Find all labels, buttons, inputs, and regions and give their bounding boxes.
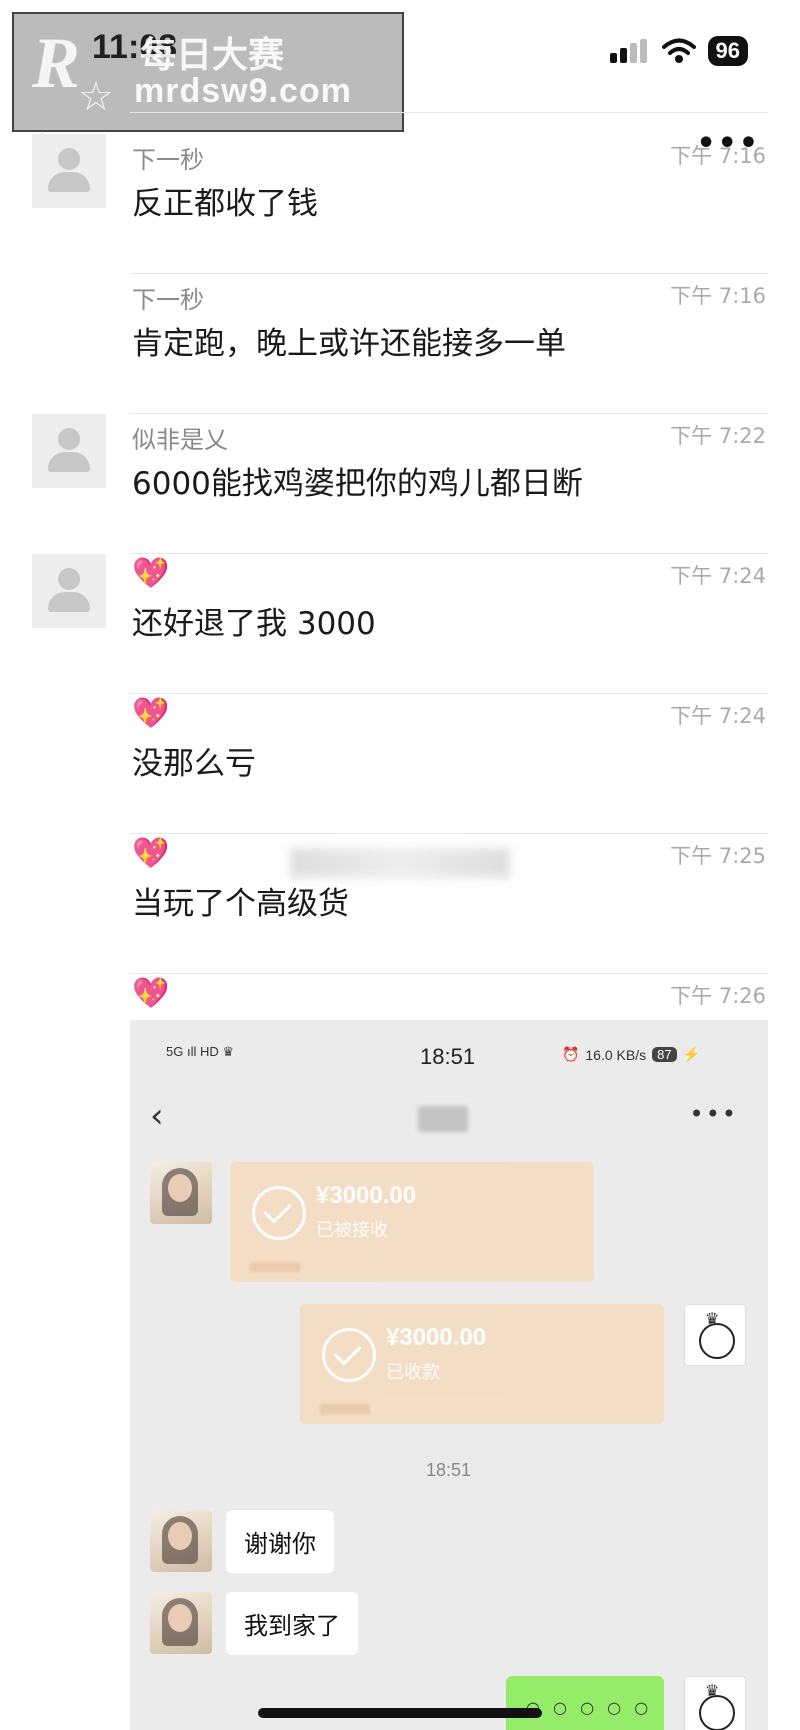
message-time: 下午 7:16	[670, 144, 766, 168]
wifi-icon	[661, 38, 696, 63]
chevron-left-icon: ‹	[150, 1096, 164, 1136]
alarm-icon: ⏰	[561, 1046, 580, 1062]
heart-icon: 💖	[132, 976, 170, 1011]
transfer-card: ¥3000.00 已收款	[300, 1304, 664, 1424]
message-time: 下午 7:24	[670, 564, 766, 588]
chat-bubble: 谢谢你	[226, 1510, 334, 1573]
list-item[interactable]: 💖 下午 7:26	[0, 974, 800, 1020]
avatar[interactable]	[32, 414, 106, 488]
embedded-timestamp: 18:51	[426, 1460, 472, 1480]
watermark-logo: R	[32, 23, 81, 103]
attached-screenshot[interactable]: 5G ıll HD ♛ 18:51 ⏰ 16.0 KB/s 87 ⚡ ‹ •••…	[130, 1020, 768, 1730]
heart-icon: 💖	[132, 836, 170, 871]
transfer-card: ¥3000.00 已被接收	[230, 1162, 594, 1282]
message-time: 下午 7:22	[670, 424, 766, 448]
transfer-status: 已收款	[386, 1362, 440, 1383]
signal-icon	[609, 39, 647, 63]
check-icon	[252, 1186, 306, 1240]
list-item[interactable]: 💖 下午 7:24 还好退了我 3000	[0, 554, 800, 694]
avatar: ♛	[684, 1304, 746, 1366]
list-item[interactable]: 下一秒 下午 7:16 反正都收了钱	[0, 134, 800, 274]
list-item[interactable]: 💖 下午 7:24 没那么亏	[0, 694, 800, 834]
list-item[interactable]: 下一秒 下午 7:16 肯定跑，晚上或许还能接多一单	[0, 274, 800, 414]
transfer-amount: ¥3000.00	[316, 1182, 417, 1209]
status-icons: 96	[609, 36, 748, 66]
embedded-battery: 87	[652, 1047, 677, 1062]
network-speed: 16.0 KB/s	[585, 1046, 647, 1063]
sender-name: 下一秒	[132, 286, 204, 314]
embedded-status-right: ⏰ 16.0 KB/s 87 ⚡	[562, 1046, 700, 1063]
embedded-status-left: 5G ıll HD ♛	[166, 1044, 234, 1059]
home-indicator[interactable]	[258, 1708, 542, 1718]
avatar	[150, 1592, 212, 1654]
redacted-title	[418, 1106, 468, 1132]
list-item[interactable]: 似非是乂 下午 7:22 6000能找鸡婆把你的鸡儿都日断	[0, 414, 800, 554]
battery-indicator: 96	[707, 36, 748, 66]
transfer-footer	[320, 1404, 370, 1414]
message-text: 还好退了我 3000	[132, 606, 376, 642]
embedded-more: •••	[689, 1100, 738, 1128]
watermark-url: mrdsw9.com	[134, 72, 352, 110]
message-time: 下午 7:25	[670, 844, 766, 868]
bubble-dots: ○ ○ ○ ○ ○	[526, 1698, 653, 1717]
heart-icon: 💖	[132, 556, 170, 591]
divider	[130, 112, 768, 113]
check-icon	[322, 1328, 376, 1382]
watermark-title: 每日大赛	[140, 35, 285, 76]
star-icon: ☆	[78, 74, 114, 120]
message-time: 下午 7:26	[670, 984, 766, 1008]
message-text: 没那么亏	[132, 746, 256, 782]
redacted-text	[290, 848, 510, 878]
avatar[interactable]	[32, 134, 106, 208]
avatar	[150, 1510, 212, 1572]
message-text: 肯定跑，晚上或许还能接多一单	[132, 326, 566, 362]
message-text: 反正都收了钱	[132, 186, 318, 222]
sender-name: 似非是乂	[132, 426, 228, 454]
message-text: 6000能找鸡婆把你的鸡儿都日断	[132, 466, 583, 502]
transfer-footer	[250, 1262, 300, 1272]
avatar	[150, 1162, 212, 1224]
chat-bubble-green: ○ ○ ○ ○ ○	[506, 1676, 664, 1730]
transfer-status: 已被接收	[316, 1220, 388, 1241]
message-time: 下午 7:24	[670, 704, 766, 728]
avatar: ♛	[684, 1676, 746, 1730]
sender-name: 下一秒	[132, 146, 204, 174]
chat-bubble: 我到家了	[226, 1592, 358, 1655]
heart-icon: 💖	[132, 696, 170, 731]
charging-icon: ⚡	[682, 1046, 700, 1062]
avatar[interactable]	[32, 554, 106, 628]
message-text: 当玩了个高级货	[132, 886, 349, 922]
message-time: 下午 7:16	[670, 284, 766, 308]
transfer-amount: ¥3000.00	[386, 1324, 487, 1351]
embedded-status-time: 18:51	[420, 1044, 476, 1069]
